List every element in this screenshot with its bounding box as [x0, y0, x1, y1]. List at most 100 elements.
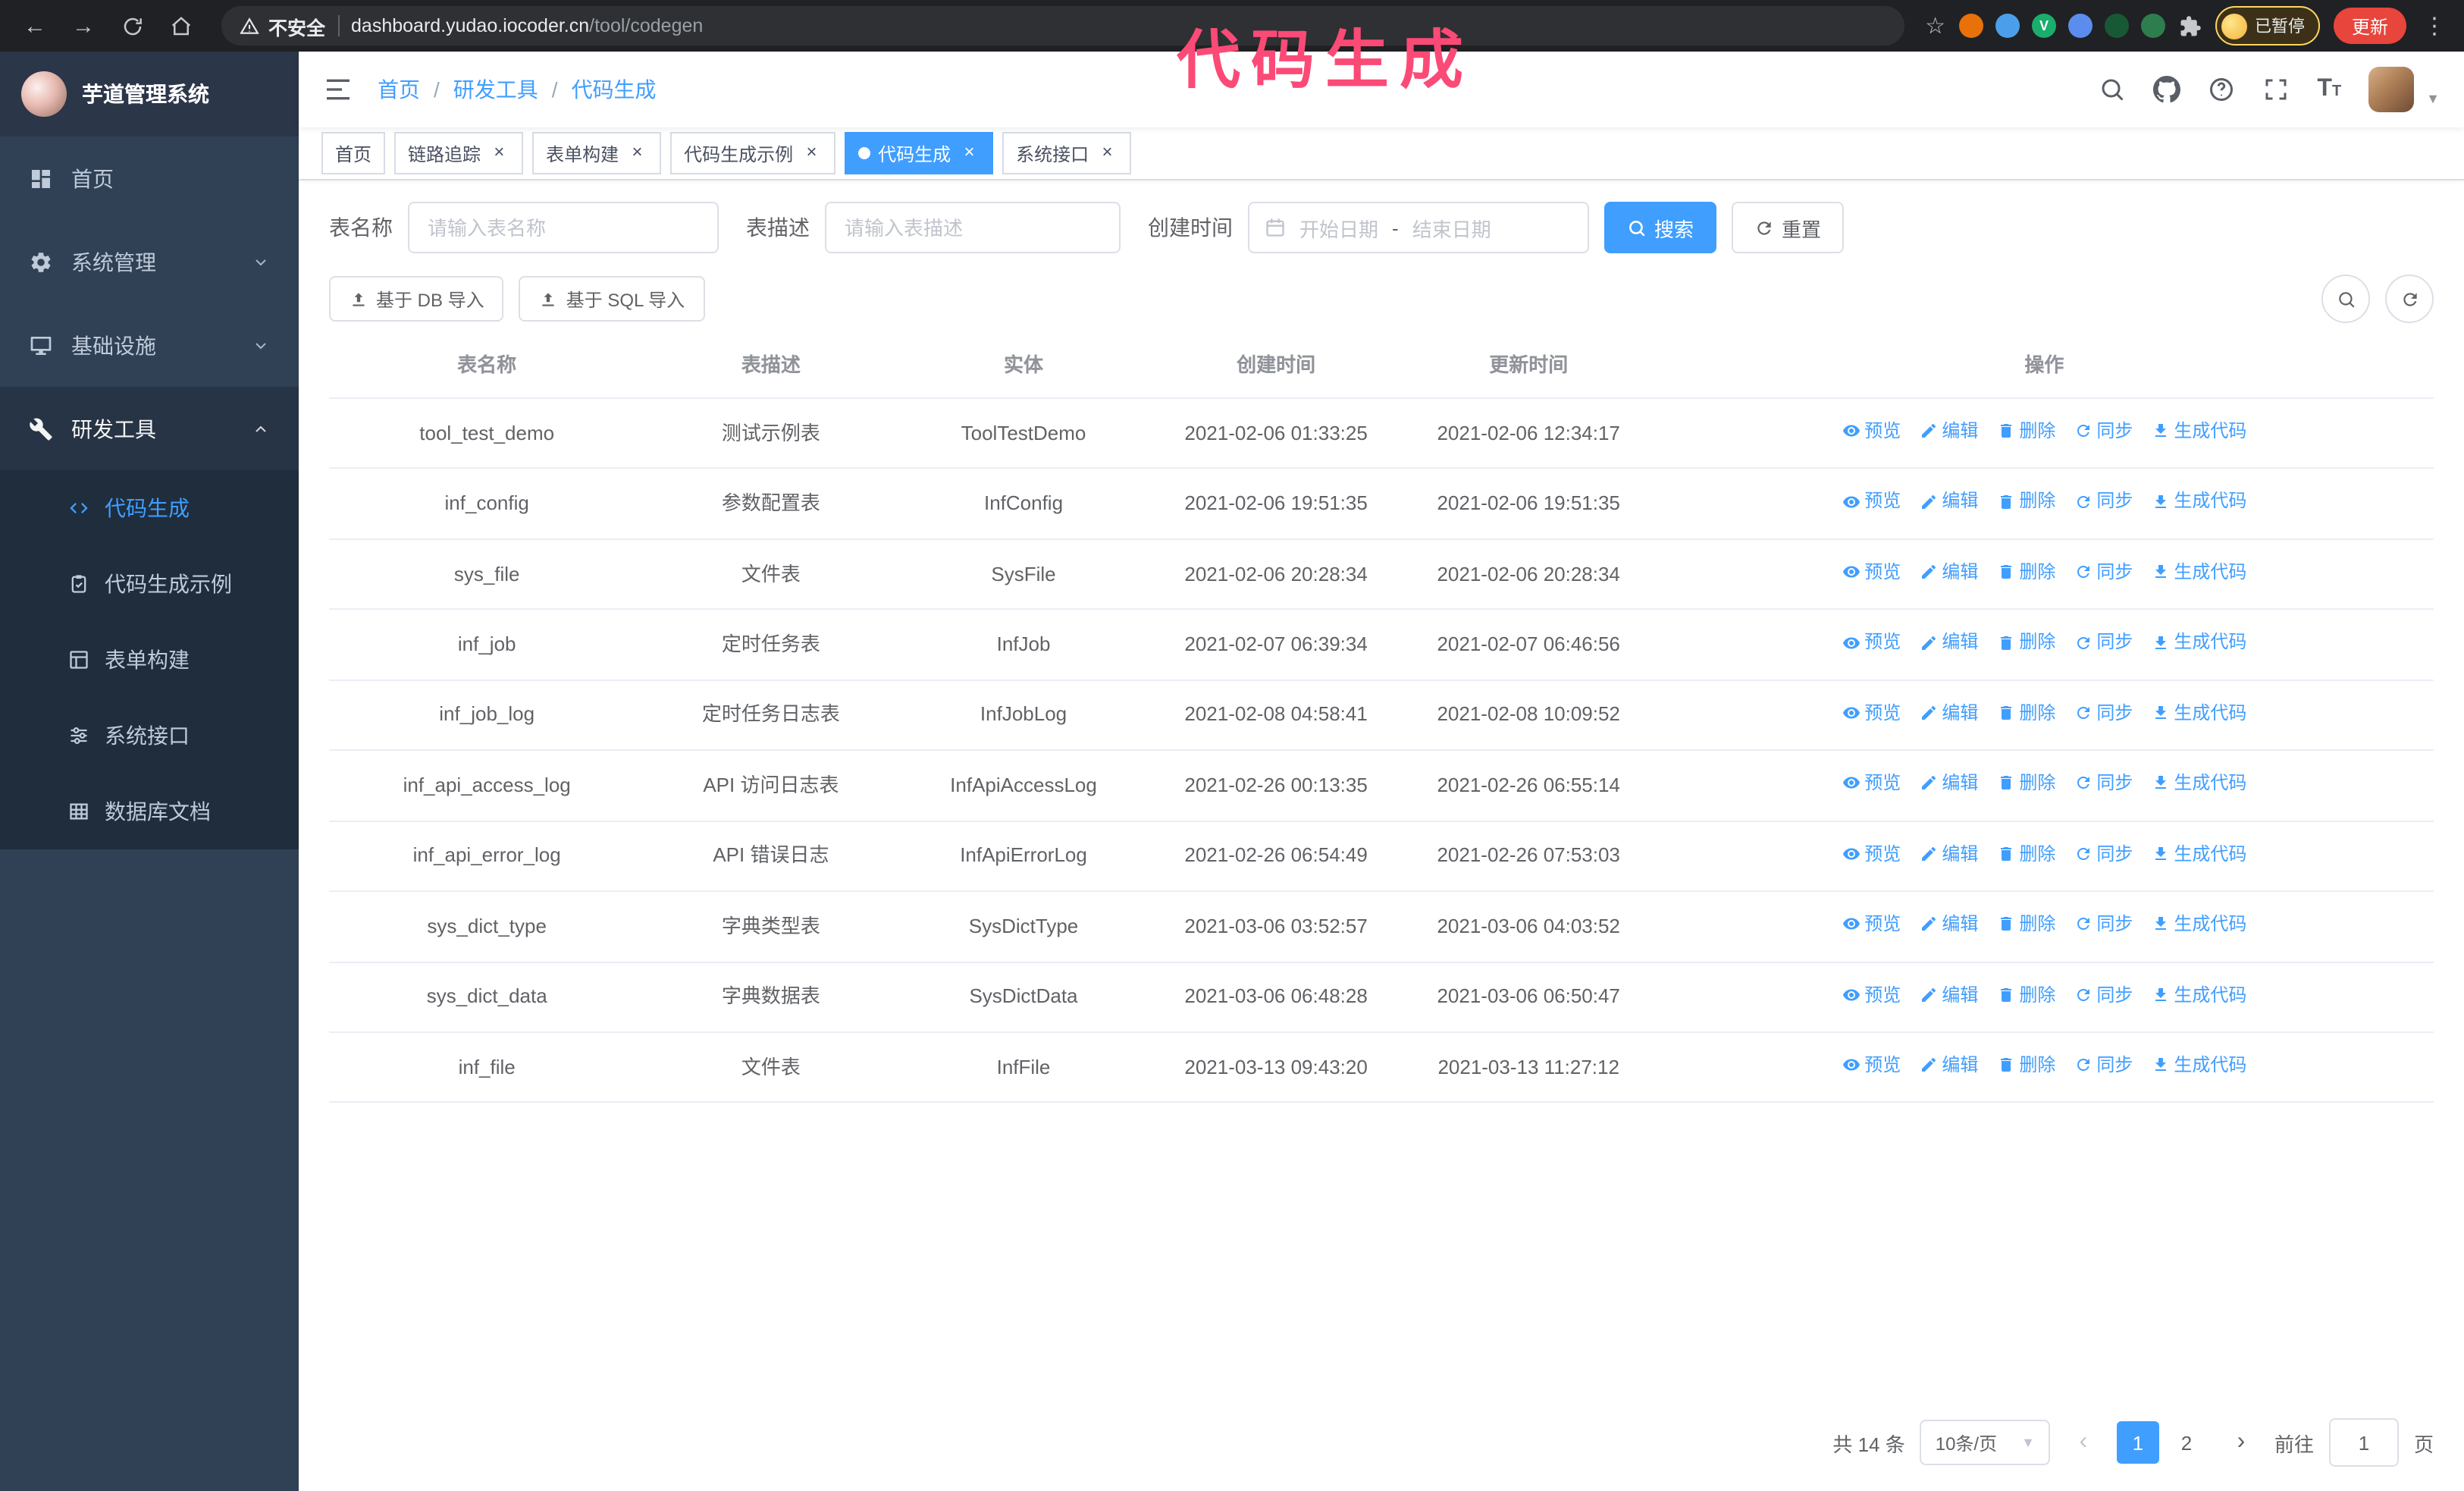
action-delete-link[interactable]: 删除 — [1996, 488, 2055, 516]
action-edit-link[interactable]: 编辑 — [1919, 910, 1978, 938]
table-desc-input[interactable] — [825, 202, 1121, 253]
action-delete-link[interactable]: 删除 — [1996, 629, 2055, 657]
action-sync-link[interactable]: 同步 — [2074, 769, 2133, 797]
profile-paused-badge[interactable]: 已暂停 — [2215, 6, 2320, 46]
import-db-button[interactable]: 基于 DB 导入 — [329, 276, 504, 322]
url-bar[interactable]: 不安全 dashboard.yudao.iocoder.cn/tool/code… — [221, 6, 1904, 46]
close-tab-icon[interactable]: × — [1096, 142, 1118, 164]
search-icon[interactable] — [2099, 76, 2126, 103]
action-delete-link[interactable]: 删除 — [1996, 910, 2055, 938]
sidebar-item-codegen-example[interactable]: 代码生成示例 — [0, 546, 299, 622]
action-sync-link[interactable]: 同步 — [2074, 417, 2133, 445]
extension-blue-drop-icon[interactable] — [1995, 14, 2020, 38]
page-1-button[interactable]: 1 — [2116, 1421, 2159, 1464]
action-delete-link[interactable]: 删除 — [1996, 699, 2055, 727]
tab-表单构建[interactable]: 表单构建 × — [532, 132, 662, 174]
action-edit-link[interactable]: 编辑 — [1919, 417, 1978, 445]
tab-首页[interactable]: 首页 — [321, 132, 386, 174]
close-tab-icon[interactable]: × — [958, 142, 980, 164]
chrome-update-button[interactable]: 更新 — [2333, 8, 2406, 44]
page-size-select[interactable]: 10条/页 ▼ — [1920, 1420, 2050, 1465]
tab-代码生成[interactable]: 代码生成 × — [845, 132, 994, 174]
action-sync-link[interactable]: 同步 — [2074, 558, 2133, 586]
security-status[interactable]: 不安全 — [240, 11, 325, 40]
action-generate-link[interactable]: 生成代码 — [2151, 417, 2246, 445]
extension-people-icon[interactable] — [2067, 14, 2093, 38]
action-sync-link[interactable]: 同步 — [2074, 699, 2133, 727]
action-edit-link[interactable]: 编辑 — [1919, 699, 1978, 727]
action-preview-link[interactable]: 预览 — [1842, 1051, 1901, 1079]
action-delete-link[interactable]: 删除 — [1996, 558, 2055, 586]
action-preview-link[interactable]: 预览 — [1842, 488, 1901, 516]
refresh-table-button[interactable] — [2385, 275, 2434, 323]
close-tab-icon[interactable]: × — [801, 142, 822, 164]
action-edit-link[interactable]: 编辑 — [1919, 488, 1978, 516]
action-edit-link[interactable]: 编辑 — [1919, 558, 1978, 586]
logo-row[interactable]: 芋道管理系统 — [0, 52, 299, 137]
action-edit-link[interactable]: 编辑 — [1919, 981, 1978, 1009]
action-delete-link[interactable]: 删除 — [1996, 417, 2055, 445]
action-sync-link[interactable]: 同步 — [2074, 840, 2133, 868]
sidebar-item-codegen[interactable]: 代码生成 — [0, 470, 299, 546]
close-tab-icon[interactable]: × — [626, 142, 647, 164]
extension-dark-green-icon[interactable] — [2104, 14, 2129, 38]
extension-leaf-icon[interactable] — [2140, 14, 2165, 38]
action-sync-link[interactable]: 同步 — [2074, 981, 2133, 1009]
action-generate-link[interactable]: 生成代码 — [2151, 981, 2246, 1009]
sidebar-item-db-docs[interactable]: 数据库文档 — [0, 774, 299, 849]
home-button[interactable] — [161, 6, 200, 46]
sidebar-item-system[interactable]: 系统管理 — [0, 220, 299, 303]
action-generate-link[interactable]: 生成代码 — [2151, 769, 2246, 797]
action-preview-link[interactable]: 预览 — [1842, 417, 1901, 445]
action-sync-link[interactable]: 同步 — [2074, 910, 2133, 938]
back-button[interactable]: ← — [15, 6, 55, 46]
action-preview-link[interactable]: 预览 — [1842, 910, 1901, 938]
goto-page-input[interactable] — [2328, 1418, 2399, 1467]
font-size-icon[interactable]: TT — [2317, 77, 2341, 102]
action-preview-link[interactable]: 预览 — [1842, 840, 1901, 868]
action-sync-link[interactable]: 同步 — [2074, 1051, 2133, 1079]
date-range-picker[interactable]: 开始日期 - 结束日期 — [1248, 202, 1589, 253]
user-avatar[interactable] — [2368, 67, 2415, 112]
extension-green-v-icon[interactable]: V — [2031, 14, 2056, 38]
action-generate-link[interactable]: 生成代码 — [2151, 488, 2246, 516]
action-generate-link[interactable]: 生成代码 — [2151, 558, 2246, 586]
reset-button[interactable]: 重置 — [1732, 202, 1845, 253]
breadcrumb-home[interactable]: 首页 — [378, 74, 420, 105]
import-sql-button[interactable]: 基于 SQL 导入 — [519, 276, 705, 322]
sidebar-item-system-api[interactable]: 系统接口 — [0, 698, 299, 774]
action-delete-link[interactable]: 删除 — [1996, 769, 2055, 797]
action-preview-link[interactable]: 预览 — [1842, 629, 1901, 657]
action-sync-link[interactable]: 同步 — [2074, 488, 2133, 516]
action-edit-link[interactable]: 编辑 — [1919, 629, 1978, 657]
action-edit-link[interactable]: 编辑 — [1919, 840, 1978, 868]
action-generate-link[interactable]: 生成代码 — [2151, 1051, 2246, 1079]
action-generate-link[interactable]: 生成代码 — [2151, 699, 2246, 727]
extension-orange-icon[interactable] — [1958, 14, 1983, 38]
tab-系统接口[interactable]: 系统接口 × — [1002, 132, 1132, 174]
prev-page-button[interactable]: ‹ — [2065, 1421, 2102, 1464]
chrome-menu-icon[interactable]: ⋮ — [2420, 12, 2449, 39]
bookmark-star-icon[interactable]: ☆ — [1925, 12, 1945, 39]
action-delete-link[interactable]: 删除 — [1996, 981, 2055, 1009]
action-edit-link[interactable]: 编辑 — [1919, 1051, 1978, 1079]
next-page-button[interactable]: › — [2223, 1421, 2259, 1464]
help-icon[interactable] — [2208, 76, 2235, 103]
action-generate-link[interactable]: 生成代码 — [2151, 629, 2246, 657]
tab-代码生成示例[interactable]: 代码生成示例 × — [670, 132, 836, 174]
fullscreen-icon[interactable] — [2262, 76, 2290, 103]
github-icon[interactable] — [2153, 76, 2181, 103]
sidebar-item-form-builder[interactable]: 表单构建 — [0, 622, 299, 698]
forward-button[interactable]: → — [64, 6, 103, 46]
action-preview-link[interactable]: 预览 — [1842, 558, 1901, 586]
reload-button[interactable] — [112, 6, 152, 46]
action-sync-link[interactable]: 同步 — [2074, 629, 2133, 657]
action-generate-link[interactable]: 生成代码 — [2151, 910, 2246, 938]
sidebar-item-home[interactable]: 首页 — [0, 137, 299, 220]
action-delete-link[interactable]: 删除 — [1996, 1051, 2055, 1079]
sidebar-item-devtools[interactable]: 研发工具 — [0, 387, 299, 470]
action-edit-link[interactable]: 编辑 — [1919, 769, 1978, 797]
avatar-caret-icon[interactable]: ▼ — [2426, 91, 2440, 112]
extensions-puzzle-icon[interactable] — [2179, 14, 2202, 37]
action-preview-link[interactable]: 预览 — [1842, 699, 1901, 727]
